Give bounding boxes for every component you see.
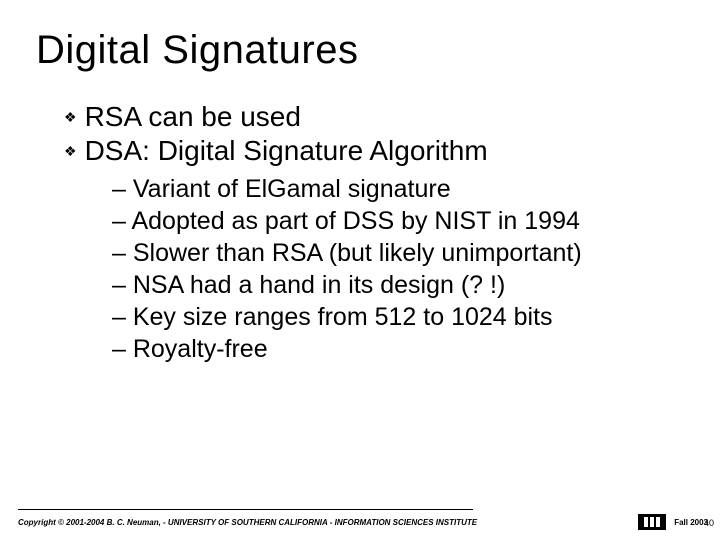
slide-footer: Copyright © 2001-2004 B. C. Neuman, - UN… <box>0 509 720 530</box>
slide-container: Digital Signatures ❖ RSA can be used ❖ D… <box>0 0 720 540</box>
slide-body: ❖ RSA can be used ❖ DSA: Digital Signatu… <box>36 101 684 365</box>
footer-row: Copyright © 2001-2004 B. C. Neuman, - UN… <box>18 514 708 530</box>
diamond-bullet-icon: ❖ <box>64 110 77 124</box>
isi-logo-icon <box>638 514 666 530</box>
sub-bullet: – Slower than RSA (but likely unimportan… <box>112 237 684 269</box>
page-number: 40 <box>704 518 714 528</box>
sub-bullet: – Royalty-free <box>112 333 684 365</box>
diamond-bullet-icon: ❖ <box>64 144 77 158</box>
sub-bullet: – Key size ranges from 512 to 1024 bits <box>112 301 684 333</box>
bullet-text: RSA can be used <box>85 101 301 133</box>
copyright-text: Copyright © 2001-2004 B. C. Neuman, - UN… <box>18 518 477 527</box>
sub-bullet: – Adopted as part of DSS by NIST in 1994 <box>112 205 684 237</box>
sub-bullet: – NSA had a hand in its design (? !) <box>112 269 684 301</box>
bullet-item: ❖ DSA: Digital Signature Algorithm <box>64 135 684 167</box>
sub-bullet: – Variant of ElGamal signature <box>112 173 684 205</box>
bullet-text: DSA: Digital Signature Algorithm <box>85 135 488 167</box>
footer-right: Fall 2003 <box>638 514 708 530</box>
term-label: Fall 2003 <box>674 518 708 527</box>
footer-divider <box>18 509 473 510</box>
bullet-item: ❖ RSA can be used <box>64 101 684 133</box>
slide-title: Digital Signatures <box>36 28 684 73</box>
sub-bullet-list: – Variant of ElGamal signature – Adopted… <box>64 173 684 365</box>
